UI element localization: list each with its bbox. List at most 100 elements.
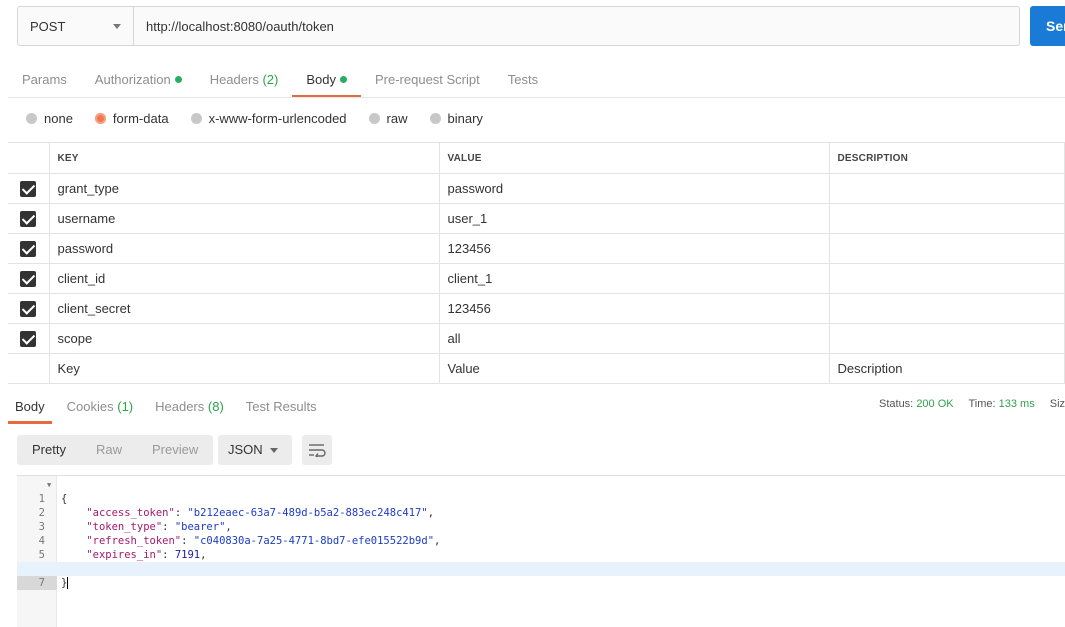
value-input[interactable]: Value (438, 353, 830, 384)
response-tab-body[interactable]: Body (8, 392, 52, 424)
row-checkbox-cell (8, 353, 50, 384)
method-label: POST (30, 18, 66, 34)
tab-label: Tests (507, 72, 539, 87)
radio-raw[interactable]: raw (368, 111, 408, 126)
key-cell[interactable]: client_id (48, 263, 440, 294)
description-cell[interactable] (828, 203, 1065, 234)
tab-pre-request-script[interactable]: Pre-request Script (361, 62, 494, 98)
row-checkbox-cell (8, 293, 50, 324)
language-select[interactable]: JSON (218, 435, 292, 465)
row-checkbox-cell (8, 173, 50, 204)
radio-none[interactable]: none (26, 111, 73, 126)
method-select[interactable]: POST (18, 7, 134, 45)
checkbox-checked-icon[interactable] (20, 210, 37, 227)
send-button[interactable]: Send (1030, 6, 1065, 46)
response-tab-cookies[interactable]: Cookies (1) (60, 392, 140, 424)
key-cell[interactable]: grant_type (48, 173, 440, 204)
table-row: password 123456 (8, 233, 1065, 264)
table-row: username user_1 (8, 203, 1065, 234)
tab-params[interactable]: Params (8, 62, 81, 98)
size-label: Size (1049, 398, 1065, 410)
radio-binary[interactable]: binary (429, 110, 483, 126)
language-label: JSON (228, 442, 263, 457)
header-checkbox-cell (8, 142, 50, 174)
table-row: grant_type password (8, 173, 1065, 204)
value-cell[interactable]: user_1 (438, 203, 830, 234)
request-tabs: Params Authorization Headers (2) Body Pr… (8, 62, 552, 98)
checkbox-checked-icon[interactable] (20, 270, 37, 287)
code-line: 3 "token_type": "bearer", (17, 506, 1065, 533)
response-tab-test-results[interactable]: Test Results (239, 392, 324, 424)
key-cell[interactable]: password (48, 233, 440, 264)
code-line-current: 7} (17, 562, 1065, 590)
view-raw-button[interactable]: Raw (81, 435, 137, 465)
tab-count: (1) (117, 399, 134, 414)
column-header-value: VALUE (438, 142, 830, 174)
radio-label: binary (447, 110, 483, 126)
radio-x-www-form-urlencoded[interactable]: x-www-form-urlencoded (190, 110, 347, 126)
view-mode-group: Pretty Raw Preview (17, 435, 214, 465)
tab-label: Authorization (94, 72, 171, 87)
description-cell[interactable] (828, 233, 1065, 264)
tab-label: Headers (155, 399, 205, 414)
table-row: client_secret 123456 (8, 293, 1065, 324)
line-number: 7 (17, 576, 57, 590)
value-cell[interactable]: 123456 (438, 293, 830, 324)
tab-count: (8) (207, 399, 224, 414)
value-cell[interactable]: all (438, 323, 830, 354)
tab-body[interactable]: Body (292, 62, 361, 98)
view-preview-button[interactable]: Preview (137, 435, 213, 465)
url-text: http://localhost:8080/oauth/token (146, 18, 334, 34)
checkbox-checked-icon[interactable] (20, 240, 37, 257)
radio-label: none (44, 110, 73, 126)
value-cell[interactable]: 123456 (438, 233, 830, 264)
response-body-editor[interactable]: 1 ▼{ 2 "access_token": "b212eaec-63a7-489… (17, 475, 1065, 627)
checkbox-checked-icon[interactable] (20, 330, 37, 347)
radio-form-data[interactable]: form-data (94, 110, 169, 126)
key-cell[interactable]: username (48, 203, 440, 234)
table-row: client_id client_1 (8, 263, 1065, 294)
chevron-down-icon (270, 448, 278, 453)
description-cell[interactable] (828, 293, 1065, 324)
tab-label: Params (22, 72, 67, 87)
radio-label: x-www-form-urlencoded (208, 110, 347, 126)
url-input[interactable]: http://localhost:8080/oauth/token (134, 7, 1019, 45)
radio-label: form-data (112, 110, 169, 126)
description-input[interactable]: Description (828, 353, 1065, 384)
row-checkbox-cell (8, 203, 50, 234)
body-type-selector: none form-data x-www-form-urlencoded raw… (26, 108, 505, 128)
form-data-table: KEY VALUE DESCRIPTION grant_type passwor… (8, 142, 1065, 384)
view-pretty-button[interactable]: Pretty (17, 435, 81, 465)
tab-count: (2) (262, 72, 279, 87)
description-cell[interactable] (828, 263, 1065, 294)
response-tab-headers[interactable]: Headers (8) (148, 392, 231, 424)
column-header-key: KEY (48, 142, 440, 174)
key-cell[interactable]: client_secret (48, 293, 440, 324)
tab-label: Body (306, 72, 336, 87)
code-line: 4 "refresh_token": "c040830a-7a25-4771-8… (17, 520, 1065, 547)
code-line: 1 ▼{ (17, 478, 1065, 505)
tab-tests[interactable]: Tests (494, 62, 552, 98)
tab-headers[interactable]: Headers (2) (196, 62, 293, 98)
code-line: 6 "scope": "all" (17, 548, 1065, 575)
key-cell[interactable]: scope (48, 323, 440, 354)
checkbox-checked-icon[interactable] (20, 180, 37, 197)
value-cell[interactable]: client_1 (438, 263, 830, 294)
key-input[interactable]: Key (48, 353, 440, 384)
wrap-lines-button[interactable] (302, 435, 332, 465)
description-cell[interactable] (828, 173, 1065, 204)
tab-authorization[interactable]: Authorization (81, 62, 196, 98)
fold-arrow-icon[interactable]: ▼ (47, 478, 51, 492)
table-header-row: KEY VALUE DESCRIPTION (8, 142, 1065, 174)
status-value: 200 OK (916, 398, 954, 410)
response-status: Status: 200 OK Time: 133 ms Size (879, 398, 1065, 410)
radio-icon (429, 112, 441, 124)
table-row: scope all (8, 323, 1065, 354)
value-cell[interactable]: password (438, 173, 830, 204)
description-cell[interactable] (828, 323, 1065, 354)
row-checkbox-cell (8, 263, 50, 294)
status-dot-icon (174, 76, 182, 83)
tab-label: Cookies (66, 399, 114, 414)
table-row-new: Key Value Description (8, 353, 1065, 384)
checkbox-checked-icon[interactable] (20, 300, 37, 317)
